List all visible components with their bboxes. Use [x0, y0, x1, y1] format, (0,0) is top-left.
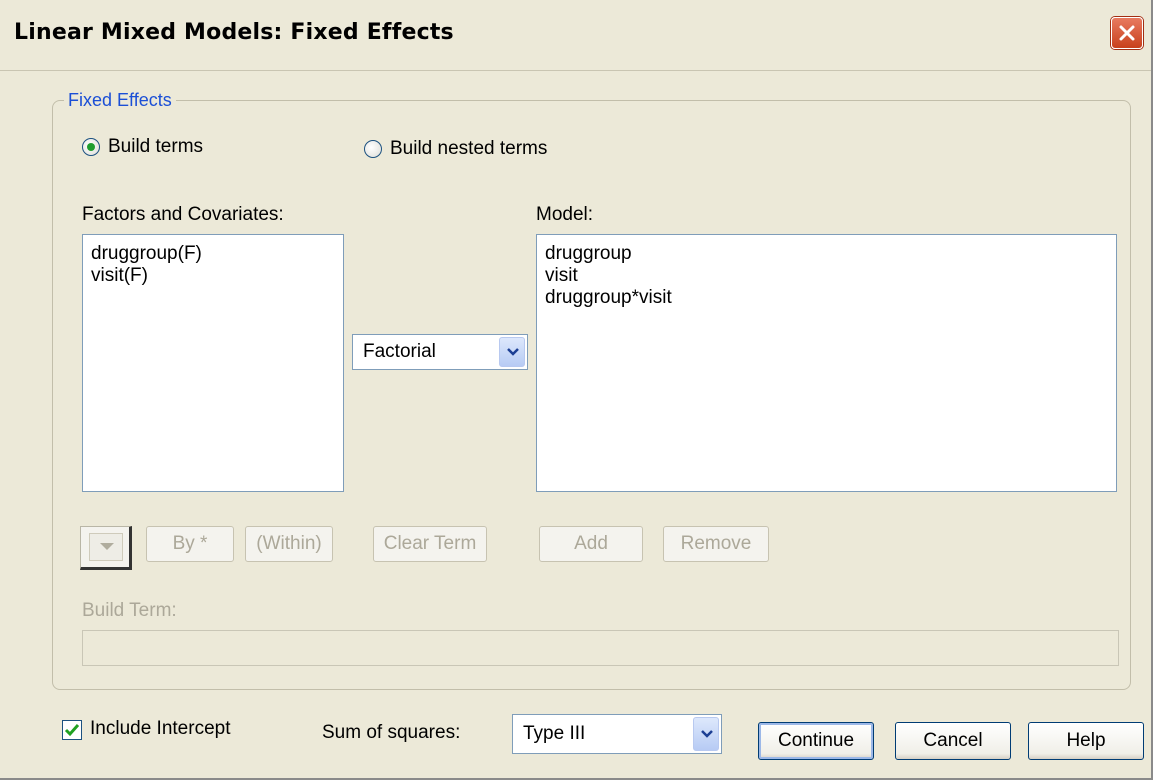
include-intercept-label: Include Intercept — [90, 718, 231, 739]
remove-button[interactable]: Remove — [663, 526, 769, 562]
term-type-select[interactable]: Factorial — [352, 334, 528, 370]
close-button[interactable] — [1111, 17, 1143, 49]
radio-button-unselected[interactable] — [364, 140, 382, 158]
radio-build-terms-label: Build terms — [108, 136, 204, 157]
include-intercept-checkbox[interactable] — [62, 720, 82, 740]
radio-build-nested-terms[interactable]: Build nested terms — [364, 138, 547, 160]
list-item[interactable]: druggroup*visit — [545, 287, 1108, 309]
list-item[interactable]: visit(F) — [91, 265, 335, 287]
continue-button[interactable]: Continue — [758, 722, 874, 760]
model-list[interactable]: druggroup visit druggroup*visit — [536, 234, 1117, 492]
radio-build-terms[interactable]: Build terms — [82, 136, 203, 158]
close-icon — [1119, 25, 1135, 41]
cancel-button[interactable]: Cancel — [895, 722, 1011, 760]
build-term-label: Build Term: — [82, 600, 177, 621]
chevron-down-icon[interactable] — [499, 337, 525, 367]
list-item[interactable]: druggroup(F) — [91, 243, 335, 265]
title-bar: Linear Mixed Models: Fixed Effects — [0, 0, 1151, 71]
by-button[interactable]: By * — [146, 526, 234, 562]
term-type-value: Factorial — [363, 341, 436, 362]
fixed-effects-dialog: Linear Mixed Models: Fixed Effects Fixed… — [0, 0, 1153, 780]
checkmark-icon — [64, 724, 80, 737]
radio-build-nested-label: Build nested terms — [390, 138, 548, 159]
model-label: Model: — [536, 204, 594, 225]
window-title: Linear Mixed Models: Fixed Effects — [14, 20, 454, 45]
radio-button-selected[interactable] — [82, 138, 100, 156]
add-button[interactable]: Add — [539, 526, 643, 562]
help-button[interactable]: Help — [1028, 722, 1144, 760]
factors-covariates-label: Factors and Covariates: — [82, 204, 284, 225]
fixed-effects-legend: Fixed Effects — [64, 90, 176, 111]
clear-term-button[interactable]: Clear Term — [373, 526, 487, 562]
factors-covariates-list[interactable]: druggroup(F) visit(F) — [82, 234, 344, 492]
chevron-down-icon[interactable] — [693, 717, 719, 751]
sum-of-squares-label: Sum of squares: — [322, 722, 461, 743]
list-item[interactable]: druggroup — [545, 243, 1108, 265]
sum-of-squares-select[interactable]: Type III — [512, 714, 722, 754]
move-down-button[interactable] — [80, 526, 132, 570]
triangle-down-icon — [100, 543, 114, 550]
sum-of-squares-value: Type III — [523, 723, 586, 744]
list-item[interactable]: visit — [545, 265, 1108, 287]
build-term-field[interactable] — [82, 630, 1119, 666]
within-button[interactable]: (Within) — [245, 526, 333, 562]
